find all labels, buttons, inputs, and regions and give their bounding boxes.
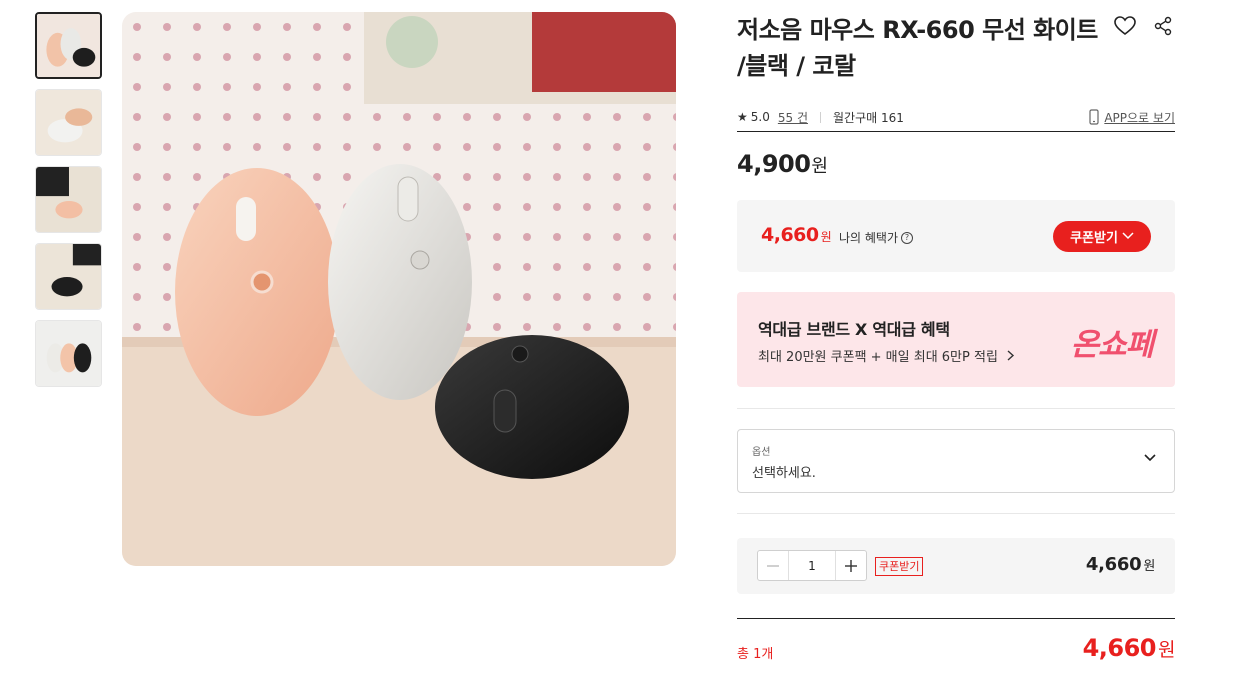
benefit-price-value: 4,660 — [761, 224, 819, 246]
total-price-unit: 원 — [1158, 639, 1175, 661]
heart-icon[interactable] — [1113, 14, 1137, 38]
chevron-down-icon — [1144, 454, 1156, 462]
price-value: 4,900 — [737, 150, 811, 178]
original-price: 4,900원 — [737, 150, 828, 178]
option-select[interactable]: 옵션 선택하세요. — [737, 429, 1175, 493]
coupon-tag[interactable]: 쿠폰받기 — [875, 557, 924, 576]
thumbnail-5[interactable] — [35, 320, 102, 387]
promo-subtitle-text: 최대 20만원 쿠폰팩 + 매일 최대 6만P 적립 — [758, 350, 998, 365]
thumbnail-1[interactable] — [35, 12, 102, 79]
meta-divider — [819, 111, 821, 123]
thumbnail-3[interactable] — [35, 166, 102, 233]
coupon-button[interactable]: 쿠폰받기 — [1053, 221, 1151, 252]
chevron-right-icon — [1007, 350, 1015, 361]
thumbnail-list — [35, 12, 102, 397]
product-photo — [122, 12, 676, 566]
product-title: 저소음 마우스 RX-660 무선 화이트 /블랙 / 코랄 — [737, 16, 1098, 80]
meta-divider-line — [737, 131, 1175, 132]
total-top-divider — [737, 618, 1175, 619]
option-label: 옵션 — [752, 447, 771, 458]
quantity-input[interactable] — [789, 551, 835, 580]
app-link[interactable]: APP으로 보기 — [1089, 109, 1175, 126]
benefit-label-text: 나의 혜택가 — [839, 231, 899, 245]
total-price-value: 4,660 — [1082, 634, 1157, 662]
thumbnail-2[interactable] — [35, 89, 102, 156]
product-info-panel: 저소음 마우스 RX-660 무선 화이트 /블랙 / 코랄 ★ 5.0 55 … — [737, 12, 1175, 662]
quantity-price-unit: 원 — [1143, 559, 1155, 574]
monthly-purchase: 월간구매 161 — [832, 110, 904, 125]
promo-logo: 온쇼페 — [1070, 327, 1154, 363]
review-count-link[interactable]: 55 건 — [778, 109, 808, 126]
minus-icon[interactable] — [758, 551, 789, 580]
promo-subtitle: 최대 20만원 쿠폰팩 + 매일 최대 6만P 적립 — [758, 346, 1015, 365]
mobile-icon — [1089, 109, 1099, 125]
share-icon[interactable] — [1151, 14, 1175, 38]
promo-banner[interactable]: 역대급 브랜드 X 역대급 혜택 최대 20만원 쿠폰팩 + 매일 최대 6만P… — [737, 292, 1175, 387]
benefit-box: 4,660 원 나의 혜택가 ? 쿠폰받기 — [737, 200, 1175, 272]
rating-value: 5.0 — [750, 110, 770, 124]
promo-title: 역대급 브랜드 X 역대급 혜택 — [758, 320, 950, 339]
product-main-image — [122, 12, 676, 566]
option-value: 선택하세요. — [752, 466, 816, 481]
app-link-label: APP으로 보기 — [1104, 110, 1175, 125]
coupon-button-label: 쿠폰받기 — [1070, 231, 1118, 246]
price-unit: 원 — [811, 156, 828, 177]
option-top-divider — [737, 408, 1175, 409]
plus-icon[interactable] — [835, 551, 866, 580]
quantity-top-divider — [737, 513, 1175, 514]
help-icon[interactable]: ? — [901, 231, 914, 244]
star-icon: ★ — [737, 110, 748, 124]
quantity-price: 4,660 원 — [1086, 554, 1155, 575]
product-meta: ★ 5.0 55 건 월간구매 161 APP으로 보기 — [737, 102, 1175, 132]
benefit-label: 나의 혜택가 ? — [839, 229, 914, 246]
benefit-price-unit: 원 — [820, 230, 832, 244]
benefit-price: 4,660 원 — [761, 224, 832, 246]
total-price: 4,660 원 — [1082, 634, 1176, 662]
total-label: 총 1개 — [737, 647, 774, 662]
quantity-price-value: 4,660 — [1085, 554, 1142, 575]
quantity-stepper — [757, 550, 867, 581]
thumbnail-4[interactable] — [35, 243, 102, 310]
quantity-box: 쿠폰받기 4,660원 — [737, 538, 1175, 594]
title-actions — [1113, 14, 1175, 38]
chevron-down-icon — [1122, 230, 1134, 243]
